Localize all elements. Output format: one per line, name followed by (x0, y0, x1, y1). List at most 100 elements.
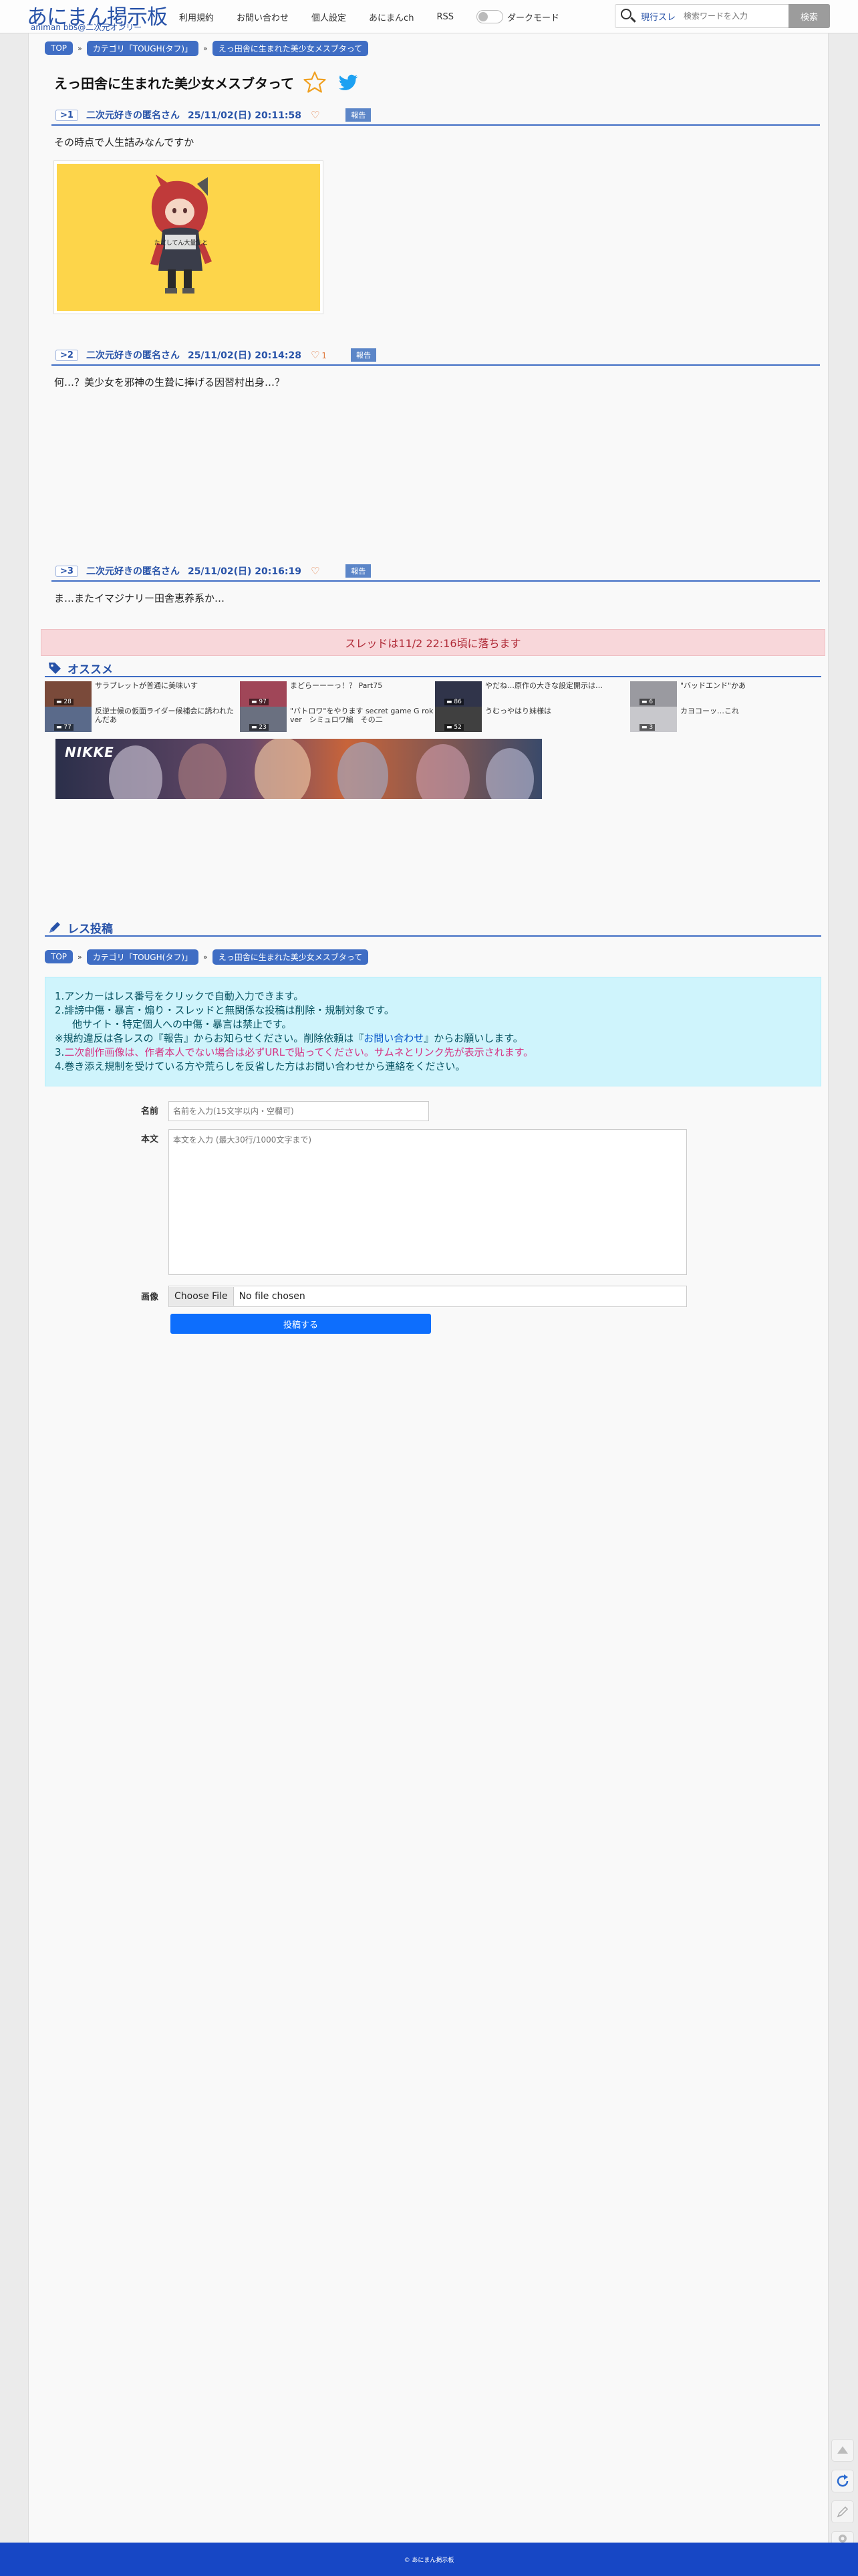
image-file-input[interactable]: Choose File No file chosen (168, 1286, 687, 1307)
post-number-anchor[interactable]: >3 (55, 565, 78, 577)
report-button[interactable]: 報告 (351, 348, 377, 362)
post-body: その時点で人生詰みなんですか (54, 136, 194, 148)
heart-icon[interactable]: ♡ (311, 349, 319, 361)
recommend-title-text[interactable]: まどらーーーっ！？ Part75 (290, 681, 434, 699)
reply-count-value: 77 (63, 724, 72, 731)
nav-terms[interactable]: 利用規約 (179, 11, 214, 23)
contact-link[interactable]: お問い合わせ (364, 1032, 424, 1044)
recommend-item[interactable]: ▬ 52 うむっやはり妹様は (435, 707, 630, 732)
recommend-thumbnail[interactable]: ▬ 6 (630, 681, 677, 707)
site-header: あにまん掲示板 animan bbs@二次元オンリー 利用規約 お問い合わせ 個… (0, 0, 858, 33)
heart-icon[interactable]: ♡ (311, 109, 319, 121)
report-button[interactable]: 報告 (345, 108, 372, 122)
dark-mode-toggle[interactable] (476, 10, 503, 23)
report-button[interactable]: 報告 (345, 564, 372, 578)
recommend-reply-count: ▬ 28 (54, 699, 74, 705)
comment-icon: ▬ (641, 724, 650, 731)
reply-form: 名前 本文 画像 Choose File No file chosen 投稿する (45, 1094, 821, 1349)
ad-space (45, 389, 813, 562)
recommend-title-text[interactable]: サラブレットが普通に美味いす (95, 681, 239, 699)
search-mode-selector[interactable]: 現行スレ (641, 10, 676, 23)
post-number[interactable]: 1 (67, 110, 74, 120)
rule-report-c: 』からお願いします。 (424, 1032, 523, 1044)
name-input[interactable] (168, 1101, 429, 1121)
nav-settings[interactable]: 個人設定 (311, 11, 346, 23)
site-footer: © あにまん掲示板 (0, 2543, 858, 2576)
breadcrumb-category[interactable]: カテゴリ「TOUGH(タフ)」 (86, 40, 198, 56)
recommend-thumbnail[interactable]: ▬ 28 (45, 681, 92, 707)
body-textarea[interactable] (168, 1129, 687, 1275)
search-icon[interactable] (619, 7, 637, 25)
heart-icon[interactable]: ♡ (311, 565, 319, 577)
recommend-reply-count: ▬ 6 (639, 699, 656, 705)
post-date: 25/11/02(日) 20:14:28 (187, 350, 301, 361)
post-number[interactable]: 3 (67, 566, 74, 576)
twitter-share-icon[interactable] (337, 71, 360, 94)
like-button[interactable]: ♡ (311, 565, 321, 577)
breadcrumb-thread[interactable]: えっ田舎に生まれた美少女メスブタって (212, 949, 369, 965)
post-date: 25/11/02(日) 20:11:58 (187, 110, 301, 121)
recommend-reply-count: ▬ 77 (54, 724, 74, 731)
recommend-item[interactable]: ▬ 77 反逆士候の仮面ライダー候補会に誘われたんだあ (45, 707, 240, 732)
recommend-thumbnail[interactable]: ▬ 23 (240, 707, 287, 732)
post-header: >2 二次元好きの匿名さん 25/11/02(日) 20:14:28 ♡ 1 報告 (51, 346, 820, 366)
recommend-title-text[interactable]: やだね…原作の大きな設定開示は… (485, 681, 629, 699)
reply-form-title: レス投稿 (67, 922, 113, 936)
breadcrumb-separator: » (203, 952, 208, 961)
post-image[interactable]: ただしてん大量生と (54, 161, 323, 314)
post-number[interactable]: 2 (67, 350, 74, 360)
reply-breadcrumb: TOP » カテゴリ「TOUGH(タフ)」 » えっ田舎に生まれた美少女メスブタ… (45, 949, 821, 965)
recommend-item[interactable]: ▬ 6 "バッドエンド"かあ (630, 681, 825, 707)
recommend-thumbnail[interactable]: ▬ 86 (435, 681, 482, 707)
choose-file-button[interactable]: Choose File (169, 1287, 234, 1306)
breadcrumb-thread[interactable]: えっ田舎に生まれた美少女メスブタって (212, 40, 369, 56)
recommend-title-text[interactable]: "バッドエンド"かあ (680, 681, 824, 699)
reply-count-value: 3 (649, 724, 654, 731)
like-button[interactable]: ♡ (311, 109, 321, 121)
nav-animanch[interactable]: あにまんch (369, 11, 414, 23)
search-button[interactable]: 検索 (789, 4, 830, 28)
recommend-item[interactable]: ▬ 3 カヨコーッ…これ (630, 707, 825, 732)
rule-4: 4.巻き添え規制を受けている方や荒らしを反省した方はお問い合わせから連絡をくださ… (55, 1060, 466, 1072)
like-button[interactable]: ♡ 1 (311, 349, 327, 361)
recommend-title-text[interactable]: "バトロワ"をやります secret game G rok ver シミュロワ編… (290, 707, 434, 724)
submit-button[interactable]: 投稿する (170, 1314, 431, 1334)
nav-contact[interactable]: お問い合わせ (237, 11, 289, 23)
recommend-thumbnail[interactable]: ▬ 77 (45, 707, 92, 732)
nav-rss[interactable]: RSS (436, 12, 454, 22)
recommend-item[interactable]: ▬ 86 やだね…原作の大きな設定開示は… (435, 681, 630, 707)
scroll-top-button[interactable] (831, 2439, 854, 2462)
reply-count-value: 97 (259, 699, 267, 705)
recommend-item[interactable]: ▬ 28 サラブレットが普通に美味いす (45, 681, 240, 707)
post-2: >2 二次元好きの匿名さん 25/11/02(日) 20:14:28 ♡ 1 報告… (45, 346, 821, 562)
breadcrumb-top[interactable]: TOP (45, 41, 74, 55)
post-number-anchor[interactable]: >2 (55, 349, 78, 361)
post-spacer (45, 314, 813, 346)
comment-icon: ▬ (251, 699, 259, 705)
recommend-title-text[interactable]: 反逆士候の仮面ライダー候補会に誘われたんだあ (95, 707, 239, 724)
recommend-title-text[interactable]: カヨコーッ…これ (680, 707, 824, 724)
search-input[interactable] (684, 11, 784, 21)
post-number-anchor[interactable]: >1 (55, 109, 78, 121)
recommend-grid: ▬ 28 サラブレットが普通に美味いす ▬ 97 まどらーーーっ！？ Part75 ▬ … (45, 681, 821, 732)
breadcrumb-top[interactable]: TOP (45, 950, 74, 963)
recommend-item[interactable]: ▬ 23 "バトロワ"をやります secret game G rok ver シミ… (240, 707, 435, 732)
like-count: 1 (321, 351, 327, 360)
recommend-reply-count: ▬ 97 (249, 699, 269, 705)
site-logo[interactable]: あにまん掲示板 animan bbs@二次元オンリー (27, 0, 168, 33)
write-button[interactable] (831, 2500, 854, 2523)
recommend-thumbnail[interactable]: ▬ 52 (435, 707, 482, 732)
rule-2: 2.誹謗中傷・暴言・煽り・スレッドと無関係な投稿は削除・規制対象です。 (55, 1004, 394, 1016)
recommend-item[interactable]: ▬ 97 まどらーーーっ！？ Part75 (240, 681, 435, 707)
recommend-thumbnail[interactable]: ▬ 97 (240, 681, 287, 707)
recommend-thumbnail[interactable]: ▬ 3 (630, 707, 677, 732)
favorite-star-icon[interactable] (303, 71, 326, 94)
reload-button[interactable] (831, 2470, 854, 2492)
ad-banner[interactable]: NIKKE (55, 739, 542, 799)
main-nav: 利用規約 お問い合わせ 個人設定 あにまんch RSS ダークモード (179, 0, 559, 33)
breadcrumb-category[interactable]: カテゴリ「TOUGH(タフ)」 (86, 949, 198, 965)
character-illustration: ただしてん大量生と (57, 164, 320, 311)
breadcrumb-separator: » (78, 43, 82, 53)
rule-3-text: 二次創作画像は、作者本人でない場合は必ずURLで貼ってください。サムネとリンク先… (64, 1046, 534, 1058)
recommend-title-text[interactable]: うむっやはり妹様は (485, 707, 629, 724)
